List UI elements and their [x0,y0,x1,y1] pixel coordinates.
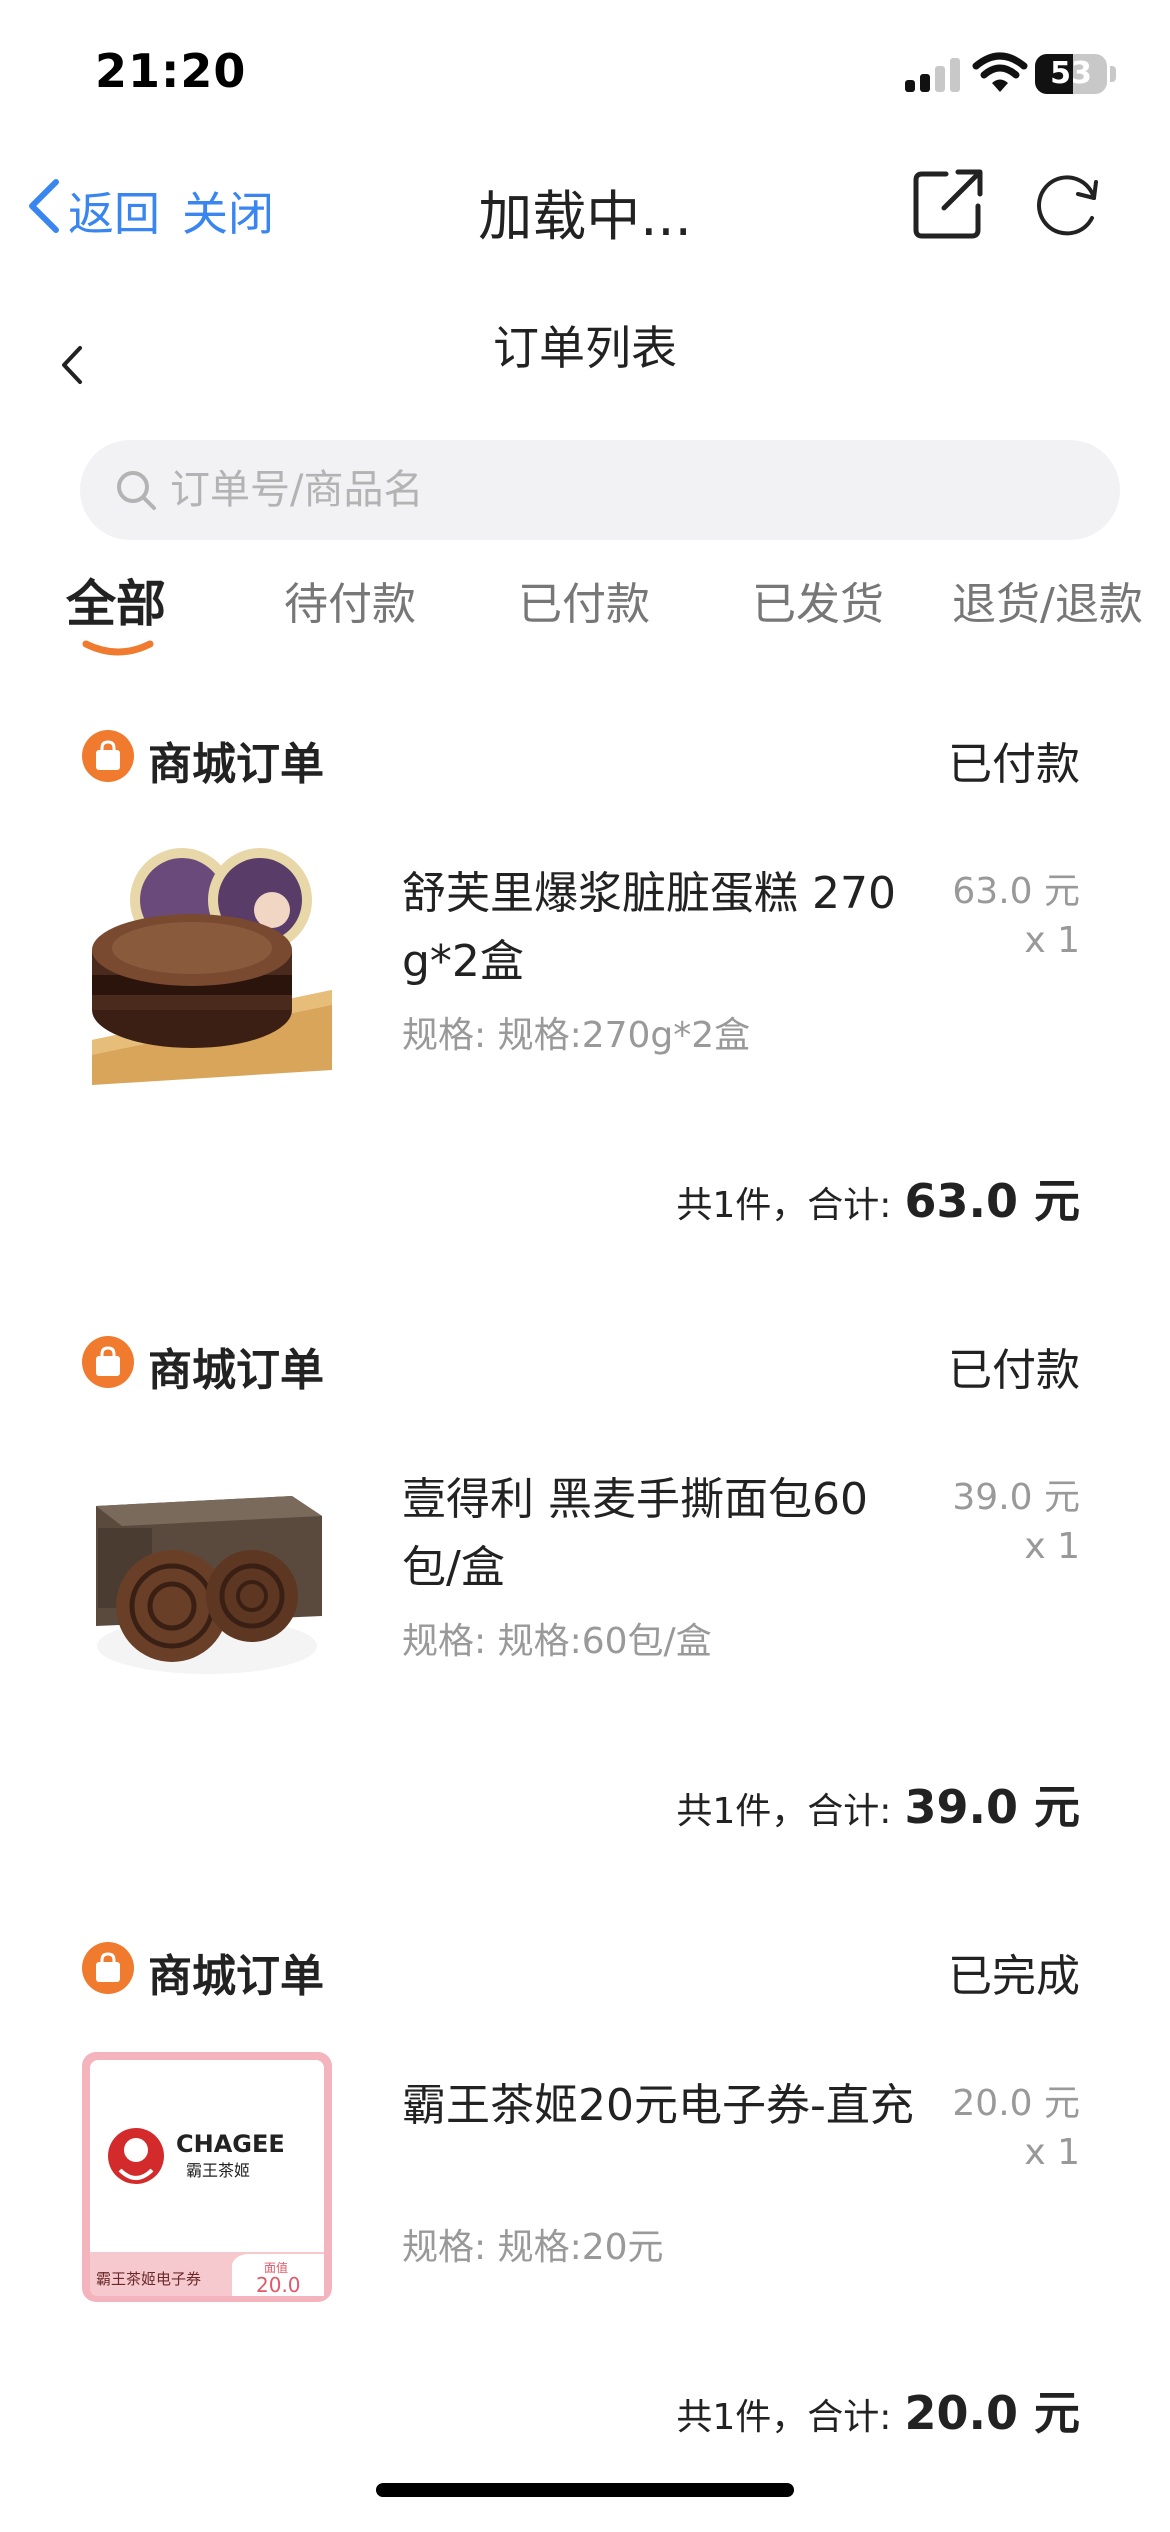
order-card[interactable]: 商城订单 已完成 CHAGEE 霸王茶姬 霸王茶姬电子券 面值 20.0 霸王茶… [0,1912,1170,2512]
product-spec: 规格: 规格:20元 [402,2227,664,2268]
page-title: 订单列表 [493,321,677,375]
shopping-bag-icon [82,1942,134,1994]
shopping-bag-icon [82,1336,134,1388]
voucher-brand-cn: 霸王茶姬 [186,2161,250,2180]
order-total-value: 63.0 元 [904,1174,1080,1228]
search-bar[interactable] [80,440,1120,540]
order-type: 商城订单 [148,739,324,790]
back-chevron-icon[interactable] [22,176,66,236]
tab-shipped[interactable]: 已发货 [752,568,884,632]
product-name[interactable]: 舒芙里爆浆脏脏蛋糕 270g*2盒 [402,860,922,996]
nav-back-button[interactable]: 返回 [68,178,160,244]
order-card[interactable]: 商城订单 已付款 壹得利 黑麦手撕面包60包/盒 规格: 规格:60包/盒 39… [0,1306,1170,1906]
tab-paid[interactable]: 已付款 [518,568,650,632]
order-type: 商城订单 [148,1951,324,2002]
nav-close-button[interactable]: 关闭 [182,178,274,244]
battery-icon: 53 [1035,54,1107,94]
order-card[interactable]: 商城订单 已付款 舒芙里爆浆脏脏蛋糕 270g*2盒 规格: 规格:270g*2… [0,700,1170,1300]
page-header: 订单列表 [0,290,1170,400]
nav-bar: 返回 关闭 加载中... [0,140,1170,270]
refresh-icon[interactable] [1032,168,1104,240]
product-image-voucher[interactable]: CHAGEE 霸王茶姬 霸王茶姬电子券 面值 20.0 [82,2052,332,2302]
battery-cap [1110,66,1116,82]
home-indicator[interactable] [376,2483,794,2497]
tab-active-indicator [82,640,154,656]
product-price: 20.0 元 [952,2083,1080,2124]
nav-title: 加载中... [478,185,692,248]
status-time: 21:20 [95,44,247,98]
order-status: 已完成 [948,1951,1080,2002]
voucher-brand: CHAGEE [176,2130,285,2158]
order-status: 已付款 [948,739,1080,790]
order-total: 共1件，合计: 63.0 元 [676,1165,1080,1231]
order-total-label: 共1件，合计: [676,1791,892,1832]
order-tabs: 全部 待付款 已付款 已发货 退货/退款 [0,560,1170,660]
order-type: 商城订单 [148,1345,324,1396]
product-name[interactable]: 壹得利 黑麦手撕面包60包/盒 [402,1466,922,1602]
tab-all[interactable]: 全部 [66,564,166,636]
order-total-value: 39.0 元 [904,1780,1080,1834]
product-image-cake[interactable] [82,840,332,1090]
wifi-icon [972,52,1028,92]
product-image-bread[interactable] [82,1446,332,1696]
product-price: 63.0 元 [952,871,1080,912]
product-spec: 规格: 规格:270g*2盒 [402,1015,751,1056]
product-price: 39.0 元 [952,1477,1080,1518]
signal-icon [905,56,963,92]
tab-refund[interactable]: 退货/退款 [952,568,1143,632]
order-total-value: 20.0 元 [904,2386,1080,2440]
product-quantity: x 1 [1024,2132,1080,2173]
tab-pending-payment[interactable]: 待付款 [284,568,416,632]
product-name[interactable]: 霸王茶姬20元电子券-直充 [402,2072,922,2140]
order-total: 共1件，合计: 39.0 元 [676,1771,1080,1837]
product-quantity: x 1 [1024,1526,1080,1567]
shopping-bag-icon [82,730,134,782]
order-total: 共1件，合计: 20.0 元 [676,2377,1080,2443]
product-quantity: x 1 [1024,920,1080,961]
order-total-label: 共1件，合计: [676,2397,892,2438]
product-spec: 规格: 规格:60包/盒 [402,1621,712,1662]
search-input[interactable] [170,440,1070,540]
order-status: 已付款 [948,1345,1080,1396]
share-icon[interactable] [910,166,986,242]
status-bar: 21:20 53 [0,0,1170,140]
voucher-caption: 霸王茶姬电子券 [96,2270,201,2288]
order-total-label: 共1件，合计: [676,1185,892,1226]
battery-level: 53 [1050,56,1092,91]
search-icon [117,471,156,510]
voucher-amount: 20.0 [256,2273,301,2297]
